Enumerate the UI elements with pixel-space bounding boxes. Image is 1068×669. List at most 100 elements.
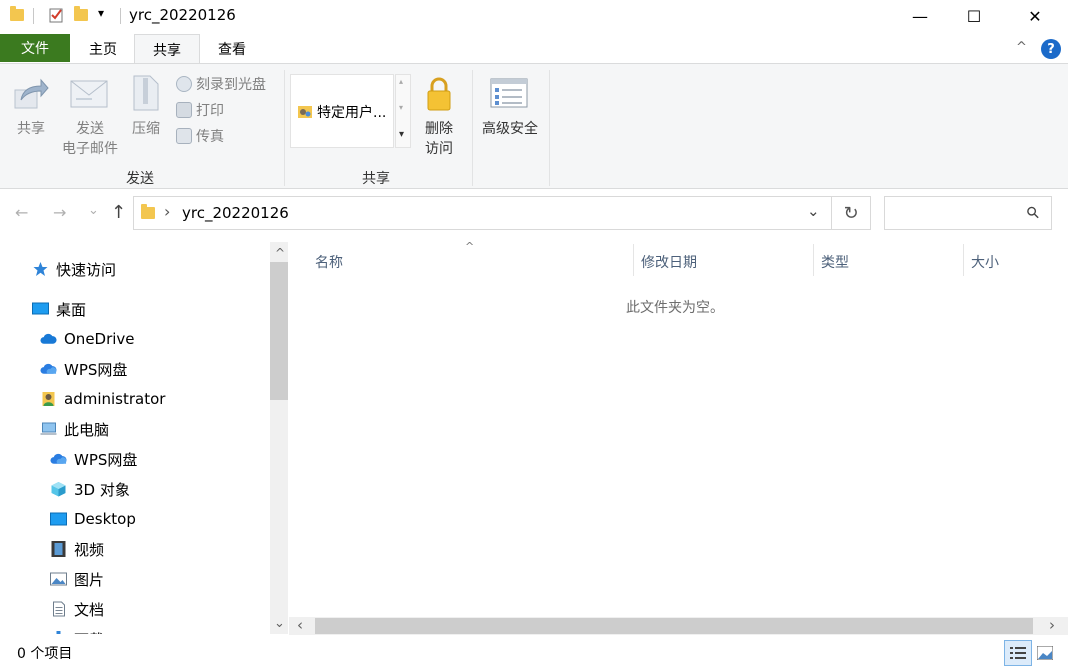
new-folder-icon[interactable]	[73, 6, 89, 24]
film-icon	[51, 541, 66, 557]
nav-documents[interactable]: 文档	[50, 594, 104, 624]
print-button[interactable]: 打印	[176, 100, 224, 120]
picture-icon	[50, 572, 67, 586]
nav-label: 桌面	[56, 300, 87, 319]
status-bar: 0 个项目	[0, 636, 1068, 669]
tab-file[interactable]: 文件	[0, 34, 70, 62]
tab-home[interactable]: 主页	[74, 35, 132, 63]
properties-icon[interactable]	[48, 6, 64, 24]
star-icon	[33, 262, 48, 276]
horizontal-scroll-thumb[interactable]	[315, 618, 1033, 634]
gallery-scroll[interactable]: ▴ ▾ ▾	[395, 74, 411, 148]
nav-downloads[interactable]: 下载	[50, 624, 104, 634]
scroll-right-button[interactable]: ›	[1049, 616, 1055, 634]
divider	[549, 70, 550, 186]
nav-user-folder[interactable]: administrator	[40, 384, 165, 414]
ribbon-tabs: 文件 主页 共享 查看 ^	[0, 32, 1068, 64]
navigation-pane: 快速访问 桌面 OneDrive WPS网盘 administrator 此电脑…	[0, 242, 288, 634]
divider	[472, 70, 473, 186]
address-dropdown-button[interactable]: ⌄	[807, 202, 820, 220]
burn-to-disc-button[interactable]: 刻录到光盘	[176, 74, 266, 94]
nav-label: 此电脑	[64, 420, 110, 439]
forward-button[interactable]: →	[53, 203, 66, 222]
help-button[interactable]: ?	[1041, 39, 1061, 59]
divider[interactable]	[633, 244, 634, 276]
customize-quick-access-dropdown[interactable]: ▾	[98, 6, 104, 20]
close-button[interactable]: ✕	[1012, 0, 1058, 32]
nav-desktop[interactable]: 桌面	[32, 294, 86, 324]
specific-users-item[interactable]: 特定用户...	[297, 102, 386, 122]
nav-desktop-pc[interactable]: Desktop	[50, 504, 136, 534]
nav-scroll-thumb[interactable]	[270, 262, 288, 400]
nav-wps-cloud[interactable]: WPS网盘	[40, 354, 127, 384]
nav-label: 视频	[74, 540, 105, 559]
divider[interactable]	[963, 244, 964, 276]
breadcrumb-current[interactable]: yrc_20220126	[182, 204, 289, 222]
up-button[interactable]: ↑	[111, 202, 126, 223]
document-icon	[53, 601, 65, 617]
tab-share[interactable]: 共享	[134, 34, 200, 64]
nav-scroll-up-button[interactable]: ^	[275, 246, 285, 260]
gallery-more-icon[interactable]: ▾	[399, 129, 404, 140]
advanced-security-label: 高级安全	[482, 121, 538, 137]
nav-3d-objects[interactable]: 3D 对象	[50, 474, 130, 504]
divider	[120, 8, 121, 24]
breadcrumb-chevron[interactable]: ›	[164, 202, 170, 221]
zip-label: 压缩	[132, 121, 160, 137]
gallery-up-icon[interactable]: ▴	[399, 77, 403, 86]
collapse-ribbon-button[interactable]: ^	[1016, 40, 1027, 55]
send-group-label: 发送	[126, 171, 154, 187]
nav-wps-cloud-pc[interactable]: WPS网盘	[50, 444, 137, 474]
nav-videos[interactable]: 视频	[50, 534, 104, 564]
divider	[33, 8, 34, 24]
sort-indicator-icon: ^	[465, 240, 475, 253]
large-icons-view-icon	[1037, 646, 1053, 660]
back-button[interactable]: ←	[15, 203, 28, 222]
download-icon	[56, 631, 61, 634]
details-view-button[interactable]	[1004, 640, 1032, 666]
tab-view[interactable]: 查看	[201, 35, 263, 63]
users-icon	[298, 106, 312, 118]
nav-label: OneDrive	[64, 330, 135, 348]
send-email-label-1: 发送	[76, 121, 104, 137]
address-bar[interactable]: › yrc_20220126 ⌄	[133, 196, 832, 230]
recent-locations-button[interactable]: ⌄	[88, 203, 99, 218]
scroll-left-button[interactable]: ‹	[297, 616, 303, 634]
security-icon	[490, 78, 528, 108]
share-icon	[14, 78, 49, 109]
nav-this-pc[interactable]: 此电脑	[40, 414, 109, 444]
share-group-label: 共享	[362, 171, 390, 187]
refresh-button[interactable]: ↻	[832, 196, 871, 230]
column-header-modified[interactable]: 修改日期	[641, 252, 697, 272]
minimize-button[interactable]: —	[897, 0, 943, 32]
fax-icon	[176, 128, 192, 144]
email-icon	[70, 80, 108, 108]
title-bar: ▾ yrc_20220126 — ☐ ✕	[0, 0, 1068, 32]
share-with-gallery[interactable]: 特定用户...	[290, 74, 394, 148]
nav-pictures[interactable]: 图片	[50, 564, 104, 594]
remove-access-label-2: 访问	[425, 141, 453, 157]
column-header-name[interactable]: 名称	[315, 252, 343, 272]
nav-onedrive[interactable]: OneDrive	[40, 324, 135, 354]
ribbon-panel: 共享 发送 电子邮件 压缩 刻录到光盘 打印 传真 发送 特定用户... ▴ ▾…	[0, 63, 1068, 189]
column-header-type[interactable]: 类型	[821, 252, 849, 272]
nav-scroll-down-button[interactable]: ⌄	[274, 616, 285, 631]
nav-quick-access[interactable]: 快速访问	[32, 254, 116, 284]
column-header-size[interactable]: 大小	[971, 252, 999, 272]
search-input[interactable]: ⚲	[884, 196, 1052, 230]
folder-icon	[141, 204, 155, 219]
user-icon	[42, 392, 55, 406]
maximize-button[interactable]: ☐	[951, 0, 997, 32]
print-label: 打印	[196, 103, 224, 119]
divider	[284, 70, 285, 186]
divider[interactable]	[813, 244, 814, 276]
large-icons-view-button[interactable]	[1035, 643, 1055, 663]
nav-label: 下载	[74, 629, 104, 635]
gallery-down-icon[interactable]: ▾	[399, 103, 403, 112]
fax-button[interactable]: 传真	[176, 126, 224, 146]
file-list[interactable]: ^ 名称 修改日期 类型 大小 此文件夹为空。	[289, 240, 1068, 634]
cube-icon	[51, 482, 66, 497]
cloud-icon	[50, 453, 67, 464]
computer-icon	[40, 422, 57, 435]
details-view-icon	[1010, 647, 1026, 659]
